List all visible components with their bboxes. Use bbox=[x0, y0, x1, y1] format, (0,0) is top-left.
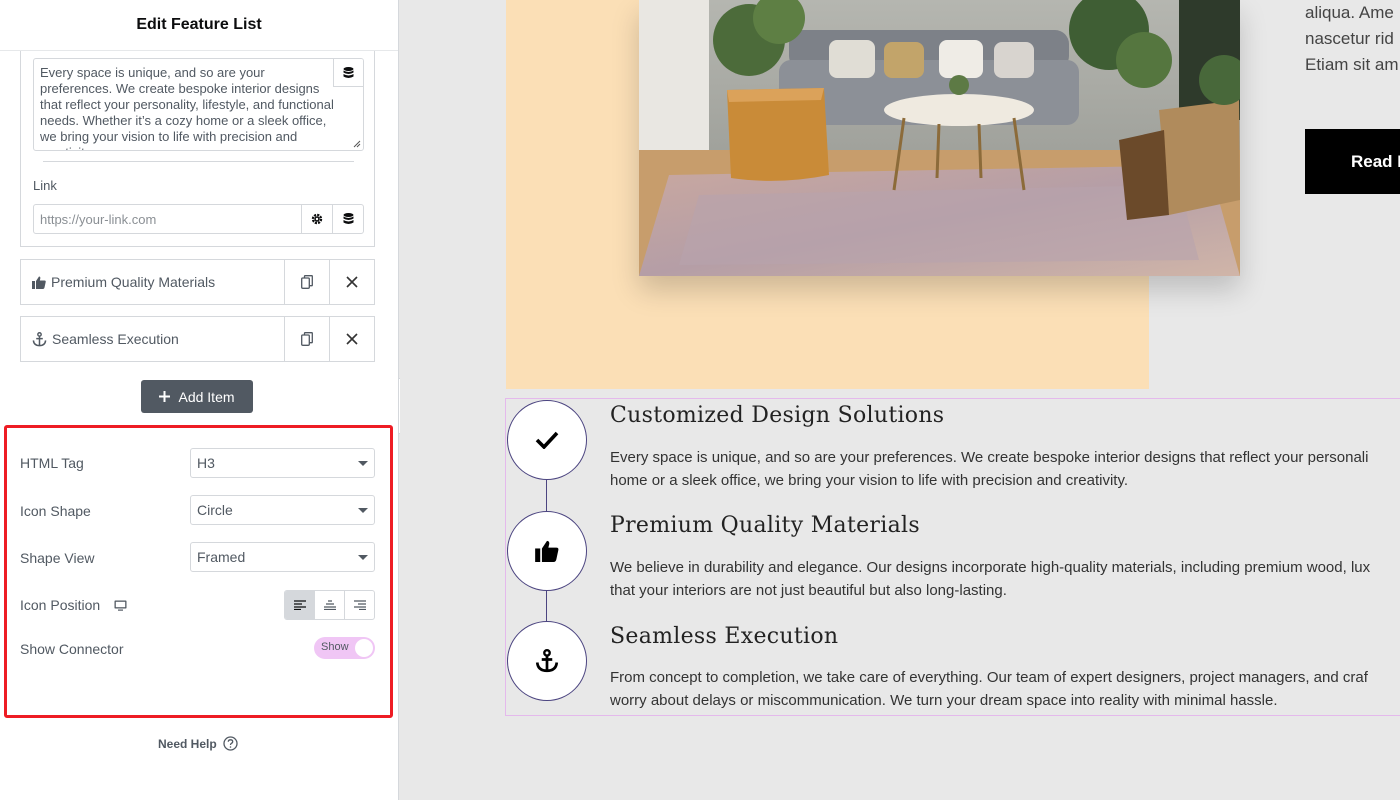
feature-description-line: home or a sleek office, we bring your vi… bbox=[610, 472, 1129, 489]
feature-description-line: that your interiors are not just beautif… bbox=[610, 582, 1007, 599]
align-right-button[interactable] bbox=[344, 591, 374, 619]
read-more-label: Read I bbox=[1351, 152, 1400, 171]
gear-icon bbox=[311, 213, 323, 225]
feature-description: We believe in durability and elegance. O… bbox=[610, 556, 1400, 602]
feature-description-line: We believe in durability and elegance. O… bbox=[610, 559, 1371, 576]
align-center-icon bbox=[323, 600, 336, 610]
align-right-icon bbox=[353, 600, 366, 610]
database-icon bbox=[343, 66, 354, 78]
desktop-icon[interactable] bbox=[114, 600, 127, 611]
icon-shape-select[interactable]: Circle bbox=[190, 495, 375, 525]
align-left-icon bbox=[293, 600, 306, 610]
link-label: Link bbox=[33, 178, 57, 193]
caret-down-icon bbox=[358, 554, 368, 560]
feature-title: Customized Design Solutions bbox=[610, 403, 945, 428]
thumbs-up-icon bbox=[535, 540, 559, 562]
icon-shape-value: Circle bbox=[197, 502, 233, 518]
repeater-item-label: Seamless Execution bbox=[52, 331, 179, 347]
remove-button[interactable] bbox=[329, 260, 374, 304]
shape-view-label: Shape View bbox=[20, 550, 95, 566]
duplicate-button[interactable] bbox=[284, 317, 329, 361]
html-tag-label: HTML Tag bbox=[20, 455, 84, 471]
remove-button[interactable] bbox=[329, 317, 374, 361]
side-paragraph-line: nascetur rid bbox=[1305, 29, 1394, 48]
panel-title: Edit Feature List bbox=[136, 16, 262, 33]
side-paragraph: aliqua. Ame nascetur rid Etiam sit am bbox=[1305, 0, 1400, 78]
show-connector-toggle[interactable]: Show bbox=[314, 637, 375, 659]
side-paragraph-line: aliqua. Ame bbox=[1305, 3, 1394, 22]
align-center-button[interactable] bbox=[314, 591, 344, 619]
feature-description-line: From concept to completion, we take care… bbox=[610, 669, 1368, 686]
description-text: Every space is unique, and so are your p… bbox=[40, 65, 334, 150]
dynamic-tags-button[interactable] bbox=[333, 59, 363, 87]
need-help-link[interactable]: Need Help bbox=[158, 736, 238, 751]
database-icon bbox=[343, 213, 353, 224]
help-icon bbox=[223, 736, 238, 751]
feature-description: Every space is unique, and so are your p… bbox=[610, 446, 1400, 492]
resize-grip-icon[interactable] bbox=[353, 140, 361, 148]
repeater-item-seamless[interactable]: Seamless Execution bbox=[20, 316, 375, 362]
toggle-text: Show bbox=[321, 641, 349, 653]
link-field bbox=[33, 204, 364, 234]
description-textarea[interactable]: Every space is unique, and so are your p… bbox=[33, 58, 364, 151]
feature-icon-circle bbox=[507, 511, 587, 591]
icon-position-choices bbox=[284, 590, 375, 620]
panel-header: Edit Feature List bbox=[0, 0, 398, 51]
repeater-item-label: Premium Quality Materials bbox=[51, 274, 216, 290]
living-room-image bbox=[639, 0, 1240, 276]
feature-description: From concept to completion, we take care… bbox=[610, 666, 1400, 712]
caret-down-icon bbox=[358, 460, 368, 466]
need-help-label: Need Help bbox=[158, 736, 217, 751]
close-icon bbox=[346, 276, 358, 288]
link-input[interactable] bbox=[34, 205, 301, 233]
feature-title: Seamless Execution bbox=[610, 624, 839, 649]
repeater-item-title[interactable]: Premium Quality Materials bbox=[21, 260, 284, 304]
icon-position-label-row: Icon Position bbox=[20, 597, 127, 613]
align-left-button[interactable] bbox=[285, 591, 314, 619]
caret-down-icon bbox=[358, 507, 368, 513]
repeater-item-premium[interactable]: Premium Quality Materials bbox=[20, 259, 375, 305]
editor-panel: Edit Feature List Every space is unique,… bbox=[0, 0, 399, 800]
close-icon bbox=[346, 333, 358, 345]
shape-view-select[interactable]: Framed bbox=[190, 542, 375, 572]
anchor-icon bbox=[32, 331, 47, 346]
toggle-knob bbox=[355, 639, 373, 657]
repeater-item-expanded: Every space is unique, and so are your p… bbox=[20, 51, 375, 247]
html-tag-value: H3 bbox=[197, 455, 215, 471]
show-connector-label: Show Connector bbox=[20, 641, 124, 657]
feature-description-line: Every space is unique, and so are your p… bbox=[610, 449, 1369, 466]
html-tag-select[interactable]: H3 bbox=[190, 448, 375, 478]
thumbs-up-icon bbox=[32, 276, 46, 289]
side-paragraph-line: Etiam sit am bbox=[1305, 55, 1399, 74]
plus-icon bbox=[159, 391, 171, 402]
divider bbox=[43, 161, 354, 162]
copy-icon bbox=[301, 275, 313, 289]
feature-icon-circle bbox=[507, 621, 587, 701]
link-dynamic-tags-button[interactable] bbox=[332, 205, 363, 233]
icon-shape-label: Icon Shape bbox=[20, 503, 91, 519]
add-item-label: Add Item bbox=[178, 388, 235, 405]
preview-canvas: aliqua. Ame nascetur rid Etiam sit am Re… bbox=[400, 0, 1400, 800]
anchor-icon bbox=[535, 649, 559, 673]
add-item-button[interactable]: Add Item bbox=[141, 380, 253, 413]
feature-description-line: worry about delays or miscommunication. … bbox=[610, 692, 1278, 709]
icon-position-label: Icon Position bbox=[20, 597, 101, 613]
repeater-item-title[interactable]: Seamless Execution bbox=[21, 317, 284, 361]
copy-icon bbox=[301, 332, 313, 346]
feature-icon-circle bbox=[507, 400, 587, 480]
feature-title: Premium Quality Materials bbox=[610, 513, 920, 538]
read-more-button[interactable]: Read I bbox=[1305, 129, 1400, 194]
shape-view-value: Framed bbox=[197, 549, 246, 565]
link-options-button[interactable] bbox=[301, 205, 332, 233]
duplicate-button[interactable] bbox=[284, 260, 329, 304]
check-icon bbox=[535, 431, 559, 449]
living-room-illustration bbox=[639, 0, 1240, 276]
